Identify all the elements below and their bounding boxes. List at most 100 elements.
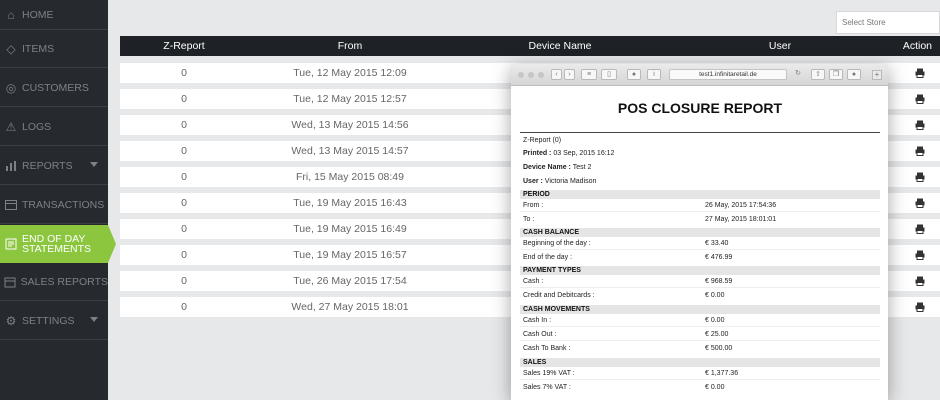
info-icon[interactable]: i	[647, 69, 661, 80]
z-report-cell: 0	[181, 223, 187, 235]
z-report-cell: 0	[181, 249, 187, 261]
customers-icon: ◎	[5, 80, 17, 95]
sidebar-item-label: END OF DAY STATEMENTS	[22, 234, 92, 255]
z-report-cell: 0	[181, 301, 187, 313]
z-report-cell: 0	[181, 67, 187, 79]
kv-key: Credit and Debitcards :	[523, 292, 595, 299]
print-icon[interactable]	[915, 302, 925, 312]
sidebar-item-home[interactable]: ⌂ HOME	[0, 0, 108, 30]
kv-key: Sales 19% VAT :	[523, 370, 575, 377]
sidebar-item-label: REPORTS	[22, 159, 73, 172]
reader-icon[interactable]: ≡	[581, 69, 597, 80]
kv-key: Cash In :	[523, 317, 552, 324]
printed-label: Printed :	[523, 150, 552, 157]
label-line-2: STATEMENTS	[22, 243, 92, 255]
new-tab-icon[interactable]: +	[872, 70, 882, 80]
reload-icon[interactable]: ↻	[793, 69, 803, 80]
kv-key: Cash To Bank :	[523, 345, 571, 352]
sidebar-item-sales-reports[interactable]: SALES REPORTS	[0, 263, 108, 301]
z-report-cell: 0	[181, 119, 187, 131]
print-icon[interactable]	[915, 224, 925, 234]
device-name-line: Device Name : Test 2	[523, 164, 591, 171]
payment-cards: Credit and Debitcards : € 0.00	[520, 292, 880, 302]
share-icon[interactable]: ⇧	[811, 69, 825, 80]
section-period: PERIOD	[520, 190, 880, 199]
section-payment-types: PAYMENT TYPES	[520, 266, 880, 275]
report-popup-window: ‹ › ≡ ▯ ● i test1.infinitaretail.de ↻ ⇧ …	[511, 64, 888, 400]
kv-key: End of the day :	[523, 254, 573, 261]
kv-value: € 0.00	[705, 292, 725, 299]
store-select[interactable]: Select Store	[836, 11, 940, 34]
warning-icon: ⚠	[5, 119, 17, 134]
from-cell: Tue, 12 May 2015 12:57	[293, 93, 407, 105]
from-cell: Wed, 13 May 2015 14:57	[291, 145, 409, 157]
sidebar-item-settings[interactable]: ⚙ SETTINGS	[0, 302, 108, 340]
period-to: To : 27 May, 2015 18:01:01	[520, 216, 880, 226]
sidebar-item-label: CUSTOMERS	[22, 81, 89, 94]
sidebar-item-label: LOGS	[22, 120, 52, 133]
forward-button[interactable]: ›	[564, 69, 575, 80]
from-cell: Tue, 26 May 2015 17:54	[293, 275, 407, 287]
from-cell: Tue, 19 May 2015 16:57	[293, 249, 407, 261]
cash-in: Cash In : € 0.00	[520, 317, 880, 327]
kv-value: € 500.00	[705, 345, 733, 352]
z-report-line: Z-Report (0)	[523, 137, 562, 144]
column-header-device-name[interactable]: Device Name	[450, 40, 670, 52]
kv-key: From :	[523, 202, 544, 209]
print-icon[interactable]	[915, 94, 925, 104]
window-close-button[interactable]	[518, 72, 524, 78]
from-cell: Tue, 19 May 2015 16:49	[293, 223, 407, 235]
sidebar-item-transactions[interactable]: TRANSACTIONS	[0, 186, 108, 224]
address-bar[interactable]: test1.infinitaretail.de	[669, 69, 787, 80]
sidebar-item-label: HOME	[22, 8, 54, 21]
sidebar-item-items[interactable]: ◇ ITEMS	[0, 30, 108, 68]
print-icon[interactable]	[915, 120, 925, 130]
device-value: Test 2	[572, 164, 592, 171]
window-zoom-button[interactable]	[538, 72, 544, 78]
user-label: User :	[523, 178, 543, 185]
divider	[520, 132, 880, 133]
column-header-user[interactable]: User	[700, 40, 860, 52]
period-from: From : 26 May, 2015 17:54:36	[520, 202, 880, 212]
cash-balance-begin: Beginning of the day : € 33.40	[520, 240, 880, 250]
section-cash-balance: CASH BALANCE	[520, 228, 880, 237]
print-icon[interactable]	[915, 172, 925, 182]
sidebar-item-end-of-day-statements[interactable]: END OF DAY STATEMENTS	[0, 225, 116, 263]
kv-key: Cash :	[523, 278, 544, 285]
report-title: POS CLOSURE REPORT	[617, 100, 783, 116]
downloads-icon[interactable]: ●	[847, 69, 861, 80]
sidebar-item-customers[interactable]: ◎ CUSTOMERS	[0, 69, 108, 107]
print-icon[interactable]	[915, 146, 925, 156]
column-header-from[interactable]: From	[248, 40, 452, 52]
from-cell: Wed, 13 May 2015 14:56	[291, 119, 409, 131]
extension-icon[interactable]: ●	[627, 69, 641, 80]
column-header-z-report[interactable]: Z-Report	[120, 40, 248, 52]
back-button[interactable]: ‹	[551, 69, 562, 80]
cash-to-bank: Cash To Bank : € 500.00	[520, 345, 880, 355]
kv-value: € 476.99	[705, 254, 733, 261]
user-line: User : Victoria Madison	[523, 178, 596, 185]
chevron-down-icon	[90, 317, 98, 322]
sidebar: ⌂ HOME ◇ ITEMS ◎ CUSTOMERS ⚠ LOGS REPORT…	[0, 0, 116, 400]
z-report-cell: 0	[181, 197, 187, 209]
window-minimize-button[interactable]	[528, 72, 534, 78]
table-header: Z-Report From Device Name User Action	[120, 36, 940, 56]
gear-icon: ⚙	[5, 313, 17, 328]
sidebar-toggle-icon[interactable]: ▯	[601, 69, 617, 80]
print-icon[interactable]	[915, 276, 925, 286]
sidebar-item-label: TRANSACTIONS	[22, 198, 105, 211]
sidebar-item-reports[interactable]: REPORTS	[0, 147, 108, 185]
kv-key: Sales 7% VAT :	[523, 384, 571, 391]
browser-toolbar: ‹ › ≡ ▯ ● i test1.infinitaretail.de ↻ ⇧ …	[511, 64, 888, 86]
print-icon[interactable]	[915, 250, 925, 260]
bar-chart-icon	[4, 159, 18, 173]
print-icon[interactable]	[915, 198, 925, 208]
sidebar-item-logs[interactable]: ⚠ LOGS	[0, 108, 108, 146]
section-cash-movements: CASH MOVEMENTS	[520, 305, 880, 314]
tabs-icon[interactable]: ❐	[829, 69, 843, 80]
column-header-action: Action	[902, 40, 932, 52]
print-icon[interactable]	[915, 68, 925, 78]
from-cell: Tue, 19 May 2015 16:43	[293, 197, 407, 209]
sidebar-item-label: SALES REPORTS	[20, 275, 108, 288]
from-cell: Tue, 12 May 2015 12:09	[293, 67, 407, 79]
